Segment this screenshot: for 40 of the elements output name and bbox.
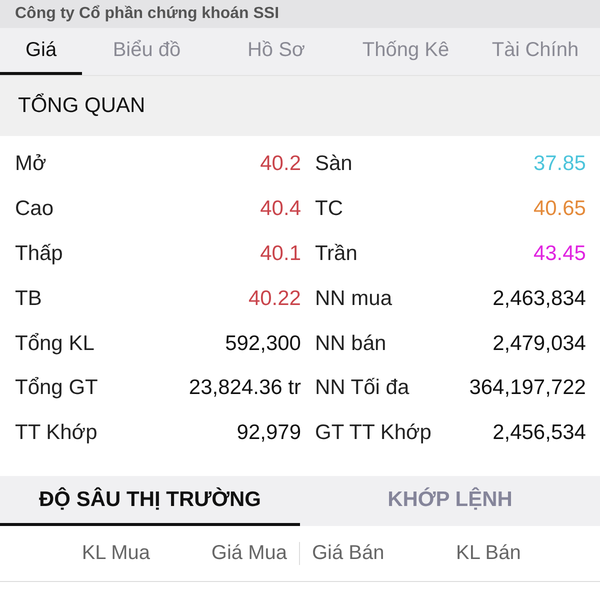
field-value: 43.45	[533, 242, 586, 266]
field-value: 40.65	[533, 197, 586, 222]
tab[interactable]: ĐỘ SÂU THỊ TRƯỜNG	[0, 476, 300, 526]
company-title: Công ty Cổ phần chứng khoán SSI	[15, 5, 280, 23]
field-label: Cao	[15, 197, 54, 222]
field-value: 2,463,834	[492, 286, 586, 311]
field-label: GT TT Khớp	[315, 421, 432, 446]
field-value: 40.1	[260, 242, 301, 266]
field-label: Mở	[15, 152, 46, 176]
field-value: 2,479,034	[492, 332, 586, 356]
field-label: NN mua	[315, 286, 392, 311]
field-label: TT Khớp	[15, 421, 98, 446]
tab[interactable]: Thống Kê	[341, 28, 470, 75]
section-title: TỔNG QUAN	[18, 94, 146, 118]
field-label: NN Tối đa	[315, 376, 410, 400]
field-label: NN bán	[315, 332, 386, 356]
column-header: Giá Mua	[150, 542, 300, 565]
column-header: Giá Bán	[311, 542, 386, 565]
tab[interactable]: KHỚP LỆNH	[300, 476, 600, 526]
field-value: 92,979	[236, 421, 301, 446]
field-value: 364,197,722	[469, 376, 586, 400]
field-value: 23,824.36 tr	[188, 376, 301, 400]
field-label: Trần	[315, 242, 358, 266]
field-value: 592,300	[225, 332, 301, 356]
column-header: KL Bán	[455, 542, 522, 565]
tab[interactable]: Hồ Sơ	[212, 28, 341, 75]
field-label: Sàn	[315, 152, 352, 176]
field-label: TB	[15, 286, 42, 311]
field-label: Tổng KL	[15, 332, 94, 356]
field-label: TC	[315, 197, 343, 222]
field-label: Thấp	[15, 242, 63, 266]
field-value: 37.85	[533, 152, 586, 176]
tab[interactable]: Biểu đồ	[82, 28, 212, 75]
field-value: 40.4	[260, 197, 301, 222]
field-value: 40.2	[260, 152, 301, 176]
field-value: 2,456,534	[492, 421, 586, 446]
field-value: 40.22	[248, 286, 301, 311]
column-header: KL Mua	[80, 542, 150, 565]
field-label: Tổng GT	[15, 376, 98, 400]
tab[interactable]: Tài Chính	[470, 28, 600, 75]
